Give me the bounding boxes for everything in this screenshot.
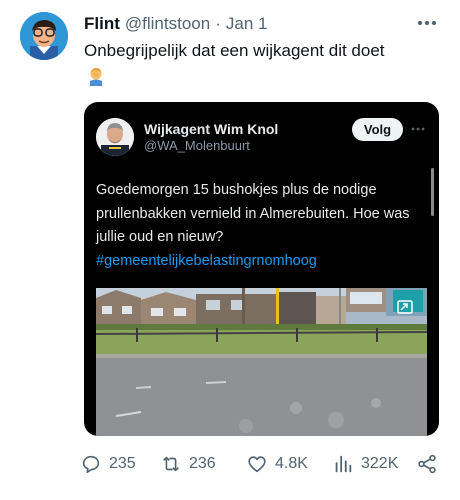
tweet-header: Flint @flintstoon · Jan 1 bbox=[84, 13, 440, 35]
retweet-count: 236 bbox=[189, 455, 216, 472]
like-icon bbox=[248, 456, 266, 473]
share-icon bbox=[418, 454, 436, 474]
retweet-button[interactable]: 236 bbox=[160, 451, 216, 477]
views-button[interactable]: 322K bbox=[332, 451, 398, 477]
quoted-author-avatar[interactable] bbox=[96, 118, 134, 156]
quoted-author-name[interactable]: Wijkagent Wim Knol bbox=[144, 121, 278, 137]
reply-button[interactable]: 235 bbox=[80, 451, 136, 477]
author-avatar[interactable] bbox=[20, 12, 68, 60]
header-separator: · bbox=[215, 14, 221, 33]
like-count: 4.8K bbox=[275, 455, 308, 472]
video-thumbnail[interactable] bbox=[96, 288, 427, 436]
share-button[interactable] bbox=[416, 451, 445, 477]
tweet-text: Onbegrijpelijk dat een wijkagent dit doe… bbox=[84, 41, 385, 60]
like-button[interactable]: 4.8K bbox=[246, 451, 308, 477]
views-icon bbox=[335, 455, 352, 473]
views-count: 322K bbox=[361, 455, 399, 472]
tweet-date[interactable]: Jan 1 bbox=[226, 14, 268, 34]
quoted-text-body: Goedemorgen 15 bushokjes plus de nodige … bbox=[96, 182, 410, 245]
reply-count: 235 bbox=[109, 455, 136, 472]
retweet-icon bbox=[163, 456, 179, 472]
reply-icon bbox=[82, 455, 100, 474]
quoted-author-handle[interactable]: @WA_Molenbuurt bbox=[144, 138, 250, 153]
hashtag-link[interactable]: #gemeentelijkebelastingrnomhoog bbox=[96, 250, 431, 274]
action-bar: 235 236 4.8K 322K bbox=[80, 451, 440, 477]
man-facepalming-emoji bbox=[90, 67, 102, 86]
more-icon[interactable] bbox=[416, 14, 438, 32]
quoted-more-icon[interactable] bbox=[410, 126, 426, 132]
author-handle[interactable]: @flintstoon bbox=[125, 14, 210, 34]
quoted-tweet-text: Goedemorgen 15 bushokjes plus de nodige … bbox=[96, 179, 431, 273]
quoted-tweet-card[interactable]: Wijkagent Wim Knol @WA_Molenbuurt Volg G… bbox=[84, 102, 439, 436]
scrollbar[interactable] bbox=[431, 168, 434, 216]
follow-button[interactable]: Volg bbox=[352, 118, 403, 141]
pip-icon[interactable] bbox=[397, 300, 413, 314]
author-name[interactable]: Flint bbox=[84, 14, 120, 34]
